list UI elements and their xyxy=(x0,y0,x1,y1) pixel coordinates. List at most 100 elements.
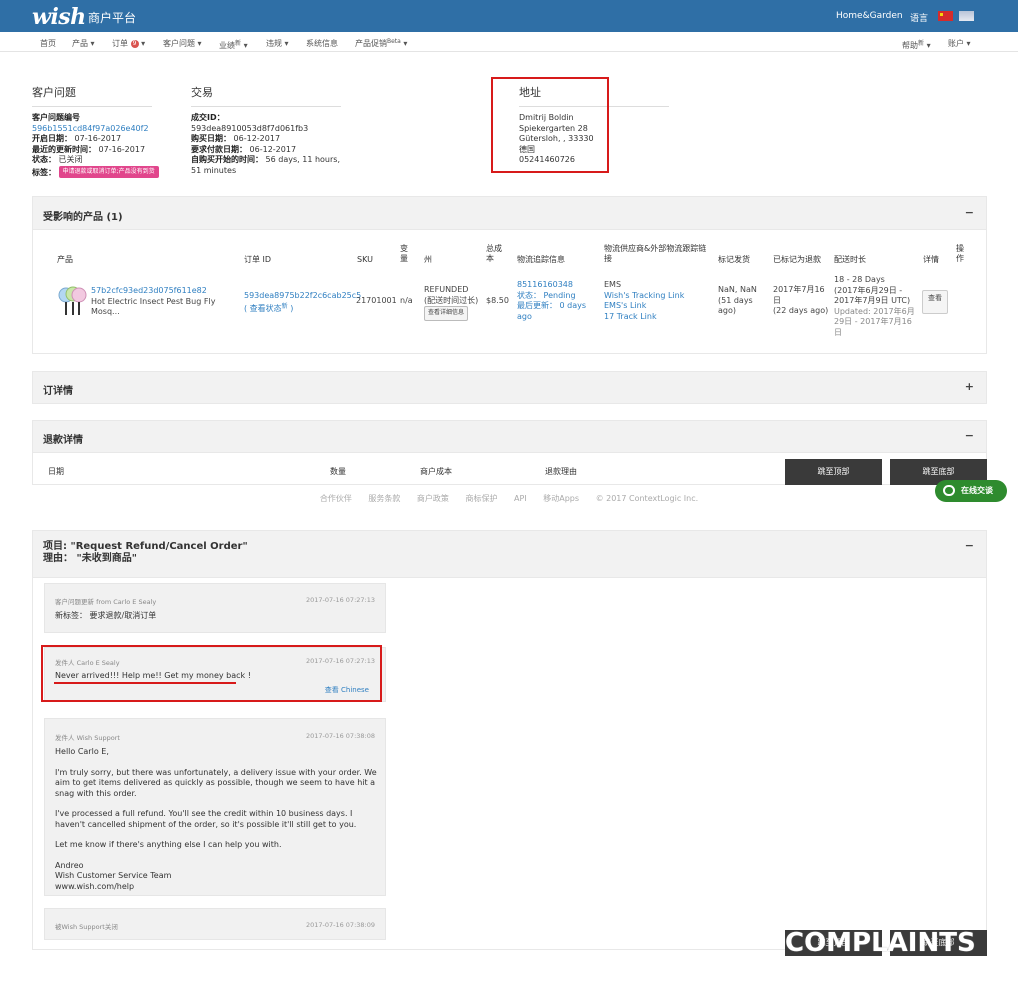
status-value: 已关闭 xyxy=(58,155,83,164)
footer-policy-link[interactable]: 商户政策 xyxy=(417,494,449,503)
col-product: 产品 xyxy=(57,255,73,264)
carrier-value: EMS xyxy=(604,280,622,289)
store-name[interactable]: Home&Garden xyxy=(836,11,903,21)
ship-time-cell: 18 - 28 Days (2017年6月29日 - 2017年7月9日 UTC… xyxy=(834,275,919,338)
order-detail-header[interactable]: 订详情 + xyxy=(32,371,987,404)
refund-col-cost: 商户成本 xyxy=(420,467,452,476)
message-greeting: Hello Carlo E, xyxy=(55,747,109,756)
17track-link[interactable]: 17 Track Link xyxy=(604,312,657,321)
uk-flag-icon[interactable] xyxy=(959,11,974,21)
wish-logo[interactable]: wish xyxy=(32,4,86,30)
view-status-close: ) xyxy=(290,303,294,313)
nav-products[interactable]: 产品 ▾ xyxy=(72,38,95,49)
message-from: 发件人 Wish Support xyxy=(55,734,120,742)
chevron-down-icon: ▾ xyxy=(403,39,408,48)
tracking-number-link[interactable]: 85116160348 xyxy=(517,280,573,289)
ticket-subject: 项目: "Request Refund/Cancel Order" xyxy=(43,541,248,552)
collapse-icon[interactable]: − xyxy=(965,206,974,219)
collapse-icon[interactable]: − xyxy=(965,429,974,442)
message-paragraph: Let me know if there's anything else I c… xyxy=(55,840,282,849)
affected-products-title: 受影响的产品 (1) xyxy=(43,212,123,223)
total-value: $8.50 xyxy=(486,296,509,305)
tracking-update: 最后更新： 0 days ago xyxy=(517,301,587,321)
product-name: Hot Electric Insect Pest Bug Fly Mosq... xyxy=(91,296,216,317)
product-cell: 57b2cfc93ed23d075f611e82 Hot Electric In… xyxy=(91,286,236,318)
nav-account-label: 账户 xyxy=(948,39,964,48)
carrier-cell: EMS Wish's Tracking Link EMS's Link 17 T… xyxy=(604,280,714,322)
address-highlight-box xyxy=(491,77,609,173)
open-date-value: 07-16-2017 xyxy=(74,134,122,143)
state-details-button[interactable]: 查看详细信息 xyxy=(424,306,469,321)
issue-info: 客户问题编号 596b1551cd84f97a026e40f2 开启日期： 07… xyxy=(32,113,182,178)
nav-product-boost[interactable]: 产品促销Beta ▾ xyxy=(355,38,407,49)
nav-performance[interactable]: 业绩新 ▾ xyxy=(219,38,248,51)
order-id-link[interactable]: 593dea8975b22f2c6cab25c5 xyxy=(244,291,361,300)
refund-col-qty: 数量 xyxy=(330,467,346,476)
order-detail-title: 订详情 xyxy=(43,386,73,397)
message-support: 发件人 Wish Support 2017-07-16 07:38:08 Hel… xyxy=(44,718,386,896)
footer-apps-link[interactable]: 移动Apps xyxy=(543,494,579,503)
ticket-heading: 项目: "Request Refund/Cancel Order" 理由： "未… xyxy=(43,541,248,565)
nav-system-info[interactable]: 系统信息 xyxy=(306,38,338,49)
footer-terms-link[interactable]: 服务条款 xyxy=(368,494,400,503)
update-date-label: 最近的更新时间： xyxy=(32,144,96,154)
ems-link[interactable]: EMS's Link xyxy=(604,301,646,310)
expand-icon[interactable]: + xyxy=(965,380,974,393)
message-system-update: 客户问题更新 from Carlo E Sealy 2017-07-16 07:… xyxy=(44,583,386,633)
new-sup: 新 xyxy=(918,40,925,47)
nav-orders[interactable]: 订单 9 ▾ xyxy=(112,38,145,49)
transaction-info: 成交ID： 593dea8910053d8f7d061fb3 购买日期： 06-… xyxy=(191,113,341,176)
red-underline xyxy=(54,682,236,684)
message-from: 客户问题更新 from Carlo E Sealy xyxy=(55,598,157,606)
live-chat-button[interactable]: 在线交谈 xyxy=(935,480,1007,502)
view-details-button[interactable]: 查看 xyxy=(922,290,948,314)
nav-help[interactable]: 帮助新 ▾ xyxy=(902,38,931,51)
product-thumbnail[interactable] xyxy=(57,283,87,317)
refund-cell: 2017年7月16日 (22 days ago) xyxy=(773,285,829,317)
since-label: 自购买开始的时间： xyxy=(191,155,263,164)
nav-customer-issues[interactable]: 客户问题 ▾ xyxy=(163,38,202,49)
col-state: 州 xyxy=(424,255,432,264)
buy-date-label: 购买日期： xyxy=(191,134,231,143)
ship-dates: (2017年6月29日 - 2017年7月9日 UTC) xyxy=(834,285,911,306)
footer-partners-link[interactable]: 合作伙伴 xyxy=(320,494,352,503)
message-paragraph: I'm truly sorry, but there was unfortuna… xyxy=(55,767,377,798)
refund-detail-header[interactable]: 退款详情 − xyxy=(32,420,987,453)
refund-col-reason: 退款理由 xyxy=(545,467,577,476)
footer-api-link[interactable]: API xyxy=(514,494,527,503)
footer-brand-link[interactable]: 商标保护 xyxy=(465,494,497,503)
wish-tracking-link[interactable]: Wish's Tracking Link xyxy=(604,291,684,300)
chevron-down-icon: ▾ xyxy=(243,41,248,50)
view-status-label: ( 查看状态 xyxy=(244,303,282,313)
china-flag-icon[interactable] xyxy=(938,11,953,21)
issue-id-link[interactable]: 596b1551cd84f97a026e40f2 xyxy=(32,124,149,133)
beta-sup: Beta xyxy=(387,38,401,45)
nav-performance-label: 业绩 xyxy=(219,41,235,50)
nav-violations-label: 违规 xyxy=(266,39,282,48)
ticket-reason: 理由： "未收到商品" xyxy=(43,553,137,564)
chevron-down-icon: ▾ xyxy=(926,41,931,50)
view-status-link[interactable]: ( 查看状态新 ) xyxy=(244,303,294,313)
product-id-link[interactable]: 57b2cfc93ed23d075f611e82 xyxy=(91,286,207,295)
jump-top-button[interactable]: 跳至顶部 xyxy=(785,459,882,485)
issue-id-label: 客户问题编号 xyxy=(32,113,80,122)
orders-badge: 9 xyxy=(130,40,139,48)
message-highlight-box xyxy=(41,645,382,702)
ticket-header[interactable]: 项目: "Request Refund/Cancel Order" 理由： "未… xyxy=(32,530,987,578)
message-body: Hello Carlo E, I'm truly sorry, but ther… xyxy=(55,747,377,892)
language-label[interactable]: 语言 xyxy=(910,11,928,24)
message-from: 被Wish Support关闭 xyxy=(55,923,118,931)
state-value: REFUNDED xyxy=(424,285,469,294)
watermark-text: COMPLAINTS xyxy=(785,928,976,958)
nav-home[interactable]: 首页 xyxy=(40,38,56,49)
nav-account[interactable]: 账户 ▾ xyxy=(948,38,971,49)
pay-date-label: 要求付款日期： xyxy=(191,144,247,154)
affected-products-header[interactable]: 受影响的产品 (1) − xyxy=(32,196,987,230)
collapse-icon[interactable]: − xyxy=(965,539,974,552)
nav-violations[interactable]: 违规 ▾ xyxy=(266,38,289,49)
live-chat-label: 在线交谈 xyxy=(961,486,993,495)
chevron-down-icon: ▾ xyxy=(197,39,202,48)
col-variant: 变量 xyxy=(400,244,408,263)
buy-date-value: 06-12-2017 xyxy=(233,134,281,143)
col-ship-time: 配送时长 xyxy=(834,255,866,264)
